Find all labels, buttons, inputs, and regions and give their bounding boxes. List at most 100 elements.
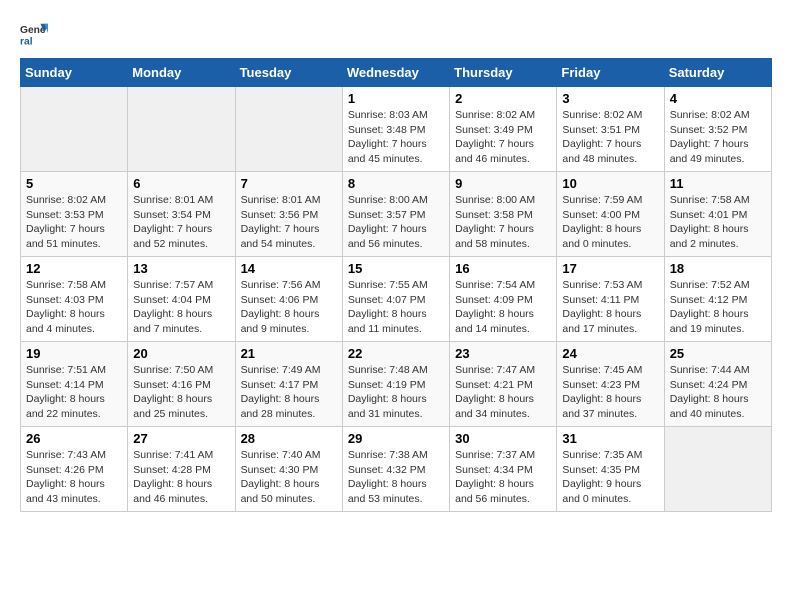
calendar-week-row: 1 Sunrise: 8:03 AM Sunset: 3:48 PM Daylig… bbox=[21, 87, 772, 172]
day-number: 6 bbox=[133, 176, 229, 191]
day-number: 9 bbox=[455, 176, 551, 191]
day-number: 11 bbox=[670, 176, 766, 191]
day-of-week-header: Sunday bbox=[21, 59, 128, 87]
calendar-day-cell: 11 Sunrise: 7:58 AM Sunset: 4:01 PM Dayli… bbox=[664, 172, 771, 257]
day-info: Sunrise: 7:44 AM Sunset: 4:24 PM Dayligh… bbox=[670, 363, 766, 422]
day-number: 28 bbox=[241, 431, 337, 446]
calendar-day-cell: 13Sunrise: 7:57 AM Sunset: 4:04 PM Dayli… bbox=[128, 257, 235, 342]
calendar-header: SundayMondayTuesdayWednesdayThursdayFrid… bbox=[21, 59, 772, 87]
day-info: Sunrise: 7:58 AM Sunset: 4:03 PM Dayligh… bbox=[26, 278, 122, 337]
calendar-day-cell: 20 Sunrise: 7:50 AM Sunset: 4:16 PM Dayli… bbox=[128, 342, 235, 427]
calendar-week-row: 5 Sunrise: 8:02 AM Sunset: 3:53 PM Daylig… bbox=[21, 172, 772, 257]
calendar-day-cell: 27 Sunrise: 7:41 AM Sunset: 4:28 PM Dayli… bbox=[128, 427, 235, 512]
calendar-day-cell: 14 Sunrise: 7:56 AM Sunset: 4:06 PM Dayli… bbox=[235, 257, 342, 342]
day-info: Sunrise: 8:00 AM Sunset: 3:58 PM Dayligh… bbox=[455, 193, 551, 252]
day-number: 12 bbox=[26, 261, 122, 276]
day-number: 8 bbox=[348, 176, 444, 191]
day-info: Sunrise: 7:58 AM Sunset: 4:01 PM Dayligh… bbox=[670, 193, 766, 252]
calendar-day-cell bbox=[664, 427, 771, 512]
day-number: 4 bbox=[670, 91, 766, 106]
calendar-day-cell: 29 Sunrise: 7:38 AM Sunset: 4:32 PM Dayli… bbox=[342, 427, 449, 512]
day-number: 16 bbox=[455, 261, 551, 276]
day-number: 26 bbox=[26, 431, 122, 446]
day-info: Sunrise: 7:37 AM Sunset: 4:34 PM Dayligh… bbox=[455, 448, 551, 507]
day-info: Sunrise: 7:48 AM Sunset: 4:19 PM Dayligh… bbox=[348, 363, 444, 422]
day-number: 2 bbox=[455, 91, 551, 106]
day-info: Sunrise: 7:38 AM Sunset: 4:32 PM Dayligh… bbox=[348, 448, 444, 507]
calendar-day-cell: 26 Sunrise: 7:43 AM Sunset: 4:26 PM Dayli… bbox=[21, 427, 128, 512]
day-info: Sunrise: 7:43 AM Sunset: 4:26 PM Dayligh… bbox=[26, 448, 122, 507]
day-number: 22 bbox=[348, 346, 444, 361]
days-of-week-row: SundayMondayTuesdayWednesdayThursdayFrid… bbox=[21, 59, 772, 87]
day-info: Sunrise: 7:35 AM Sunset: 4:35 PM Dayligh… bbox=[562, 448, 658, 507]
day-info: Sunrise: 7:53 AM Sunset: 4:11 PM Dayligh… bbox=[562, 278, 658, 337]
day-number: 24 bbox=[562, 346, 658, 361]
day-info: Sunrise: 7:47 AM Sunset: 4:21 PM Dayligh… bbox=[455, 363, 551, 422]
calendar-day-cell: 19 Sunrise: 7:51 AM Sunset: 4:14 PM Dayli… bbox=[21, 342, 128, 427]
day-number: 19 bbox=[26, 346, 122, 361]
svg-text:ral: ral bbox=[20, 36, 33, 47]
calendar-day-cell: 1 Sunrise: 8:03 AM Sunset: 3:48 PM Daylig… bbox=[342, 87, 449, 172]
calendar-day-cell bbox=[235, 87, 342, 172]
day-number: 15 bbox=[348, 261, 444, 276]
calendar-day-cell: 30 Sunrise: 7:37 AM Sunset: 4:34 PM Dayli… bbox=[450, 427, 557, 512]
day-number: 23 bbox=[455, 346, 551, 361]
day-info: Sunrise: 8:03 AM Sunset: 3:48 PM Dayligh… bbox=[348, 108, 444, 167]
logo-icon: Gene ral bbox=[20, 20, 48, 48]
calendar-day-cell: 5 Sunrise: 8:02 AM Sunset: 3:53 PM Daylig… bbox=[21, 172, 128, 257]
day-number: 7 bbox=[241, 176, 337, 191]
day-info: Sunrise: 7:52 AM Sunset: 4:12 PM Dayligh… bbox=[670, 278, 766, 337]
calendar-day-cell: 9 Sunrise: 8:00 AM Sunset: 3:58 PM Daylig… bbox=[450, 172, 557, 257]
calendar-day-cell: 24Sunrise: 7:45 AM Sunset: 4:23 PM Dayli… bbox=[557, 342, 664, 427]
calendar-day-cell: 18Sunrise: 7:52 AM Sunset: 4:12 PM Dayli… bbox=[664, 257, 771, 342]
day-info: Sunrise: 8:02 AM Sunset: 3:49 PM Dayligh… bbox=[455, 108, 551, 167]
day-of-week-header: Friday bbox=[557, 59, 664, 87]
calendar-day-cell: 15 Sunrise: 7:55 AM Sunset: 4:07 PM Dayli… bbox=[342, 257, 449, 342]
calendar-day-cell: 8Sunrise: 8:00 AM Sunset: 3:57 PM Daylig… bbox=[342, 172, 449, 257]
day-info: Sunrise: 7:41 AM Sunset: 4:28 PM Dayligh… bbox=[133, 448, 229, 507]
calendar-week-row: 12 Sunrise: 7:58 AM Sunset: 4:03 PM Dayli… bbox=[21, 257, 772, 342]
calendar-day-cell bbox=[21, 87, 128, 172]
day-number: 20 bbox=[133, 346, 229, 361]
day-info: Sunrise: 7:54 AM Sunset: 4:09 PM Dayligh… bbox=[455, 278, 551, 337]
calendar-day-cell: 22 Sunrise: 7:48 AM Sunset: 4:19 PM Dayli… bbox=[342, 342, 449, 427]
day-info: Sunrise: 8:01 AM Sunset: 3:56 PM Dayligh… bbox=[241, 193, 337, 252]
calendar-week-row: 19 Sunrise: 7:51 AM Sunset: 4:14 PM Dayli… bbox=[21, 342, 772, 427]
day-number: 27 bbox=[133, 431, 229, 446]
calendar-day-cell: 2 Sunrise: 8:02 AM Sunset: 3:49 PM Daylig… bbox=[450, 87, 557, 172]
day-number: 3 bbox=[562, 91, 658, 106]
calendar-day-cell: 3 Sunrise: 8:02 AM Sunset: 3:51 PM Daylig… bbox=[557, 87, 664, 172]
day-number: 31 bbox=[562, 431, 658, 446]
day-info: Sunrise: 8:02 AM Sunset: 3:52 PM Dayligh… bbox=[670, 108, 766, 167]
calendar-day-cell bbox=[128, 87, 235, 172]
calendar-day-cell: 25 Sunrise: 7:44 AM Sunset: 4:24 PM Dayli… bbox=[664, 342, 771, 427]
day-info: Sunrise: 7:51 AM Sunset: 4:14 PM Dayligh… bbox=[26, 363, 122, 422]
day-of-week-header: Saturday bbox=[664, 59, 771, 87]
calendar-table: SundayMondayTuesdayWednesdayThursdayFrid… bbox=[20, 58, 772, 512]
day-number: 1 bbox=[348, 91, 444, 106]
day-of-week-header: Thursday bbox=[450, 59, 557, 87]
page-header: Gene ral bbox=[20, 20, 772, 48]
day-info: Sunrise: 7:50 AM Sunset: 4:16 PM Dayligh… bbox=[133, 363, 229, 422]
calendar-day-cell: 16 Sunrise: 7:54 AM Sunset: 4:09 PM Dayli… bbox=[450, 257, 557, 342]
day-number: 29 bbox=[348, 431, 444, 446]
day-number: 14 bbox=[241, 261, 337, 276]
day-number: 13 bbox=[133, 261, 229, 276]
day-number: 17 bbox=[562, 261, 658, 276]
day-info: Sunrise: 8:01 AM Sunset: 3:54 PM Dayligh… bbox=[133, 193, 229, 252]
day-of-week-header: Monday bbox=[128, 59, 235, 87]
calendar-day-cell: 31 Sunrise: 7:35 AM Sunset: 4:35 PM Dayli… bbox=[557, 427, 664, 512]
day-info: Sunrise: 8:02 AM Sunset: 3:53 PM Dayligh… bbox=[26, 193, 122, 252]
day-number: 25 bbox=[670, 346, 766, 361]
day-info: Sunrise: 7:55 AM Sunset: 4:07 PM Dayligh… bbox=[348, 278, 444, 337]
day-number: 30 bbox=[455, 431, 551, 446]
day-info: Sunrise: 8:02 AM Sunset: 3:51 PM Dayligh… bbox=[562, 108, 658, 167]
calendar-day-cell: 23 Sunrise: 7:47 AM Sunset: 4:21 PM Dayli… bbox=[450, 342, 557, 427]
day-of-week-header: Tuesday bbox=[235, 59, 342, 87]
day-number: 5 bbox=[26, 176, 122, 191]
calendar-day-cell: 28 Sunrise: 7:40 AM Sunset: 4:30 PM Dayli… bbox=[235, 427, 342, 512]
day-info: Sunrise: 7:49 AM Sunset: 4:17 PM Dayligh… bbox=[241, 363, 337, 422]
day-info: Sunrise: 7:56 AM Sunset: 4:06 PM Dayligh… bbox=[241, 278, 337, 337]
day-info: Sunrise: 7:40 AM Sunset: 4:30 PM Dayligh… bbox=[241, 448, 337, 507]
calendar-week-row: 26 Sunrise: 7:43 AM Sunset: 4:26 PM Dayli… bbox=[21, 427, 772, 512]
